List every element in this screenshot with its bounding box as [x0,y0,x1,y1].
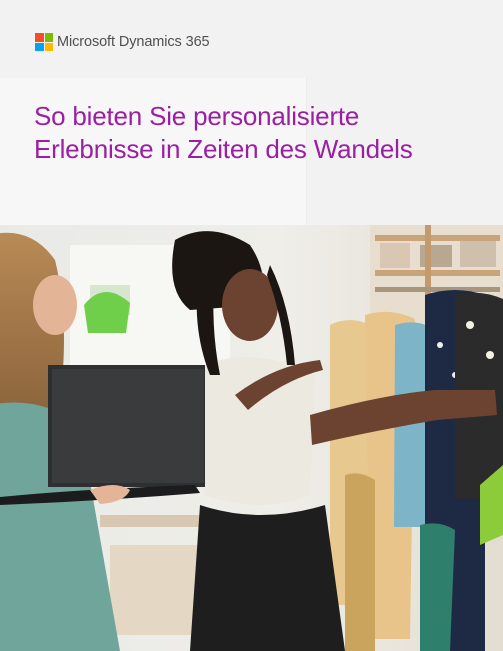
brand-name: Microsoft Dynamics 365 [57,34,210,50]
hero-image [0,225,503,651]
store-photo [0,225,503,651]
title-line-1: So bieten Sie personalisierte [34,101,360,131]
cover-page: Microsoft Dynamics 365 So bieten Sie per… [0,0,503,651]
title-line-2: Erlebnisse in Zeiten des Wandels [34,134,413,164]
page-title: So bieten Sie personalisierte Erlebnisse… [34,100,494,166]
brand-header: Microsoft Dynamics 365 [35,33,210,51]
microsoft-logo-icon [35,33,53,51]
